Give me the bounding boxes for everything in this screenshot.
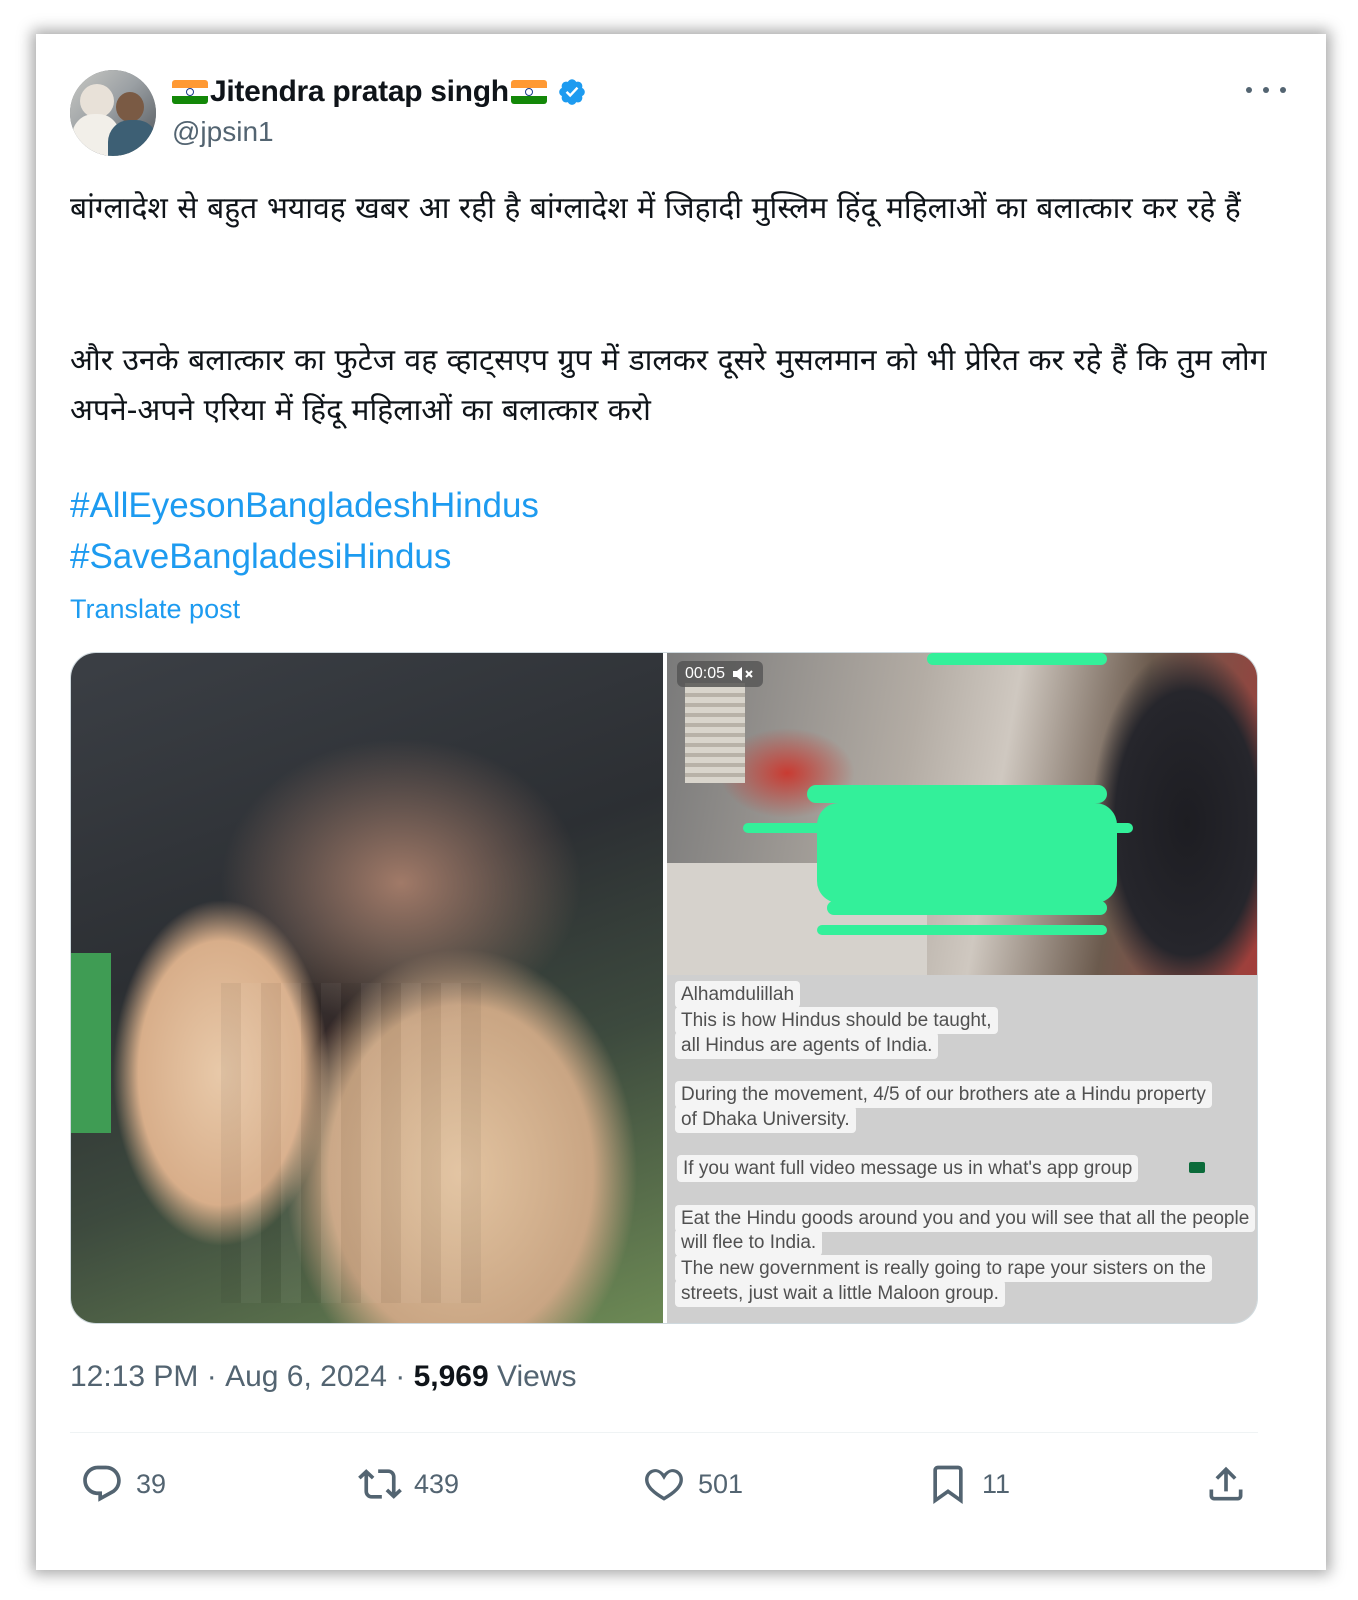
verified-badge-icon (558, 79, 585, 105)
media-image-left[interactable] (71, 653, 663, 1323)
hashtag-link[interactable]: #AllEyesonBangladeshHindus (70, 486, 539, 526)
media-image-right[interactable]: 00:05 Alhamdulillah This is how Hindus s… (667, 653, 1257, 1323)
chat-line: If you want full video message us in wha… (677, 1155, 1139, 1182)
avatar[interactable] (70, 70, 156, 156)
heart-icon (645, 1469, 683, 1501)
reply-count: 39 (136, 1468, 167, 1499)
repost-button[interactable]: 439 (358, 1454, 459, 1514)
like-button[interactable]: 501 (642, 1454, 743, 1514)
tweet-card: Jitendra pratap singh @jpsin1 बांग्लादेश… (36, 34, 1326, 1570)
views-count: 5,969 (413, 1360, 489, 1393)
bookmark-button[interactable]: 11 (926, 1454, 1010, 1514)
author-name-row[interactable]: Jitendra pratap singh (172, 72, 587, 112)
chat-line: This is how Hindus should be taught, (675, 1007, 998, 1034)
chat-line: all Hindus are agents of India. (675, 1032, 939, 1059)
author-handle[interactable]: @jpsin1 (172, 116, 274, 148)
repost-count: 439 (414, 1468, 460, 1499)
chat-line: Eat the Hindu goods around you and you w… (675, 1205, 1256, 1232)
mute-icon[interactable] (733, 666, 755, 682)
like-count: 501 (698, 1468, 744, 1499)
translate-post-link[interactable]: Translate post (70, 594, 240, 625)
chat-line: of Dhaka University. (675, 1106, 856, 1133)
chat-screenshot: Alhamdulillah This is how Hindus should … (667, 975, 1257, 1323)
chat-line: During the movement, 4/5 of our brothers… (675, 1081, 1212, 1108)
chat-line: Alhamdulillah (675, 981, 801, 1008)
media-grid: 00:05 Alhamdulillah This is how Hindus s… (70, 652, 1258, 1324)
display-name[interactable]: Jitendra pratap singh (210, 75, 509, 109)
tweet-meta: 12:13 PM · Aug 6, 2024 · 5,969 Views (70, 1360, 577, 1394)
flag-emoji-icon (1189, 1162, 1205, 1173)
tweet-time[interactable]: 12:13 PM (70, 1360, 198, 1394)
india-flag-icon (172, 80, 208, 104)
bookmark-count: 11 (982, 1468, 1011, 1499)
more-icon[interactable] (1246, 78, 1286, 102)
video-timestamp-badge: 00:05 (677, 661, 764, 687)
tweet-text-paragraph-2: और उनके बलात्कार का फुटेज वह व्हाट्सएप ग… (70, 343, 1267, 428)
reply-icon (83, 1465, 121, 1502)
video-time: 00:05 (685, 665, 726, 682)
blurred-photo: 00:05 (667, 653, 1257, 975)
india-flag-icon (510, 80, 547, 104)
action-bar: 39 439 501 11 (70, 1454, 1258, 1514)
share-icon (1209, 1466, 1243, 1501)
chat-line: will flee to India. (675, 1229, 823, 1256)
repost-icon (358, 1469, 402, 1499)
chat-line: streets, just wait a little Maloon group… (675, 1280, 1005, 1307)
chat-line: The new government is really going to ra… (675, 1255, 1212, 1282)
views-label: Views (497, 1360, 577, 1393)
tweet-date[interactable]: Aug 6, 2024 (225, 1360, 387, 1394)
reply-button[interactable]: 39 (80, 1454, 166, 1514)
divider (70, 1432, 1258, 1433)
tweet-text-paragraph-1: बांग्लादेश से बहुत भयावह खबर आ रही है बा… (70, 191, 1241, 226)
bookmark-icon (933, 1465, 963, 1505)
hashtag-link[interactable]: #SaveBangladesiHindus (70, 537, 451, 577)
share-button[interactable] (1204, 1454, 1248, 1514)
